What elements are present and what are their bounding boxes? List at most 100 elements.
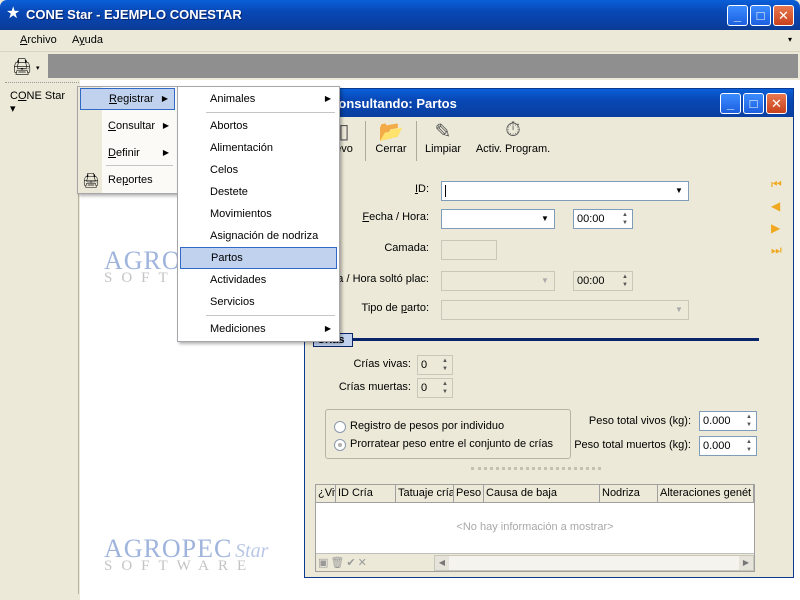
window-title: CONE Star - EJEMPLO CONESTAR xyxy=(26,7,242,22)
fecha-date-picker[interactable]: ▼ xyxy=(441,209,555,229)
close-button[interactable]: ✕ xyxy=(773,5,794,26)
toolbar-separator xyxy=(365,121,366,161)
submenu-item-actividades[interactable]: Actividades xyxy=(180,269,337,291)
peso-vivos-input[interactable]: 0.000 ▲ ▼ xyxy=(699,411,757,431)
placenta-time-input: 00:00 ▲ ▼ xyxy=(573,271,633,291)
menu-archivo[interactable]: Archivo xyxy=(20,34,57,46)
limpiar-button[interactable]: ✎ Limpiar xyxy=(423,119,463,163)
grid-header: ¿Viv ID Cría Tatuaje cría Peso Causa de … xyxy=(316,485,754,503)
menubar-overflow-icon[interactable]: ▾ xyxy=(788,35,792,44)
printer-icon: 🖨 xyxy=(82,172,100,188)
pane-grip[interactable] xyxy=(5,82,79,85)
submenu-item-servicios[interactable]: Servicios xyxy=(180,291,337,313)
menu-item-definir[interactable]: Definir ▶ xyxy=(80,142,175,164)
grid-column-header[interactable]: Tatuaje cría xyxy=(396,485,454,503)
peso-muertos-label: Peso total muertos (kg): xyxy=(574,439,691,451)
grid-column-header[interactable]: ¿Viv xyxy=(316,485,336,503)
toolbar-separator xyxy=(416,121,417,161)
menu-item-reportes[interactable]: 🖨 Reportes xyxy=(80,169,175,191)
menu-item-registrar[interactable]: Registrar ▶ xyxy=(80,88,175,110)
child-maximize-button[interactable]: □ xyxy=(743,93,764,114)
submenu-item-mediciones[interactable]: Mediciones ▶ xyxy=(180,318,337,340)
grid-hscrollbar[interactable]: ◀ ▶ xyxy=(434,555,754,571)
chevron-right-icon: ▶ xyxy=(162,148,169,157)
splitter-handle[interactable] xyxy=(471,467,601,473)
submenu-item-destete[interactable]: Destete xyxy=(180,181,337,203)
chevron-down-icon: ▼ xyxy=(541,276,549,285)
spinner-icon: ▲ ▼ xyxy=(622,274,628,288)
maximize-button[interactable]: □ xyxy=(750,5,771,26)
first-record-icon[interactable]: ⏮ xyxy=(771,177,782,192)
radio-individual-label: Registro de pesos por individuo xyxy=(350,420,505,432)
activ-program-button[interactable]: ⏱ Activ. Program. xyxy=(471,119,555,163)
minimize-button[interactable]: _ xyxy=(727,5,748,26)
folder-icon: 📂 xyxy=(378,121,404,143)
chevron-down-icon[interactable]: ▼ xyxy=(537,211,553,227)
peso-vivos-label: Peso total vivos (kg): xyxy=(588,415,691,427)
spinner-icon[interactable]: ▲ ▼ xyxy=(439,357,451,373)
grid-action-icons[interactable]: ▣🗑✔✕ xyxy=(318,556,369,569)
grid-column-header[interactable]: Nodriza xyxy=(600,485,658,503)
prev-record-icon[interactable]: ◀ xyxy=(771,199,780,213)
spinner-icon[interactable]: ▲ ▼ xyxy=(619,211,631,227)
grid-column-header[interactable]: Alteraciones genét xyxy=(658,485,754,503)
spinner-icon[interactable]: ▲ ▼ xyxy=(743,413,755,429)
chevron-down-icon[interactable]: ▼ xyxy=(671,183,687,199)
chevron-right-icon: ▶ xyxy=(161,94,168,103)
submenu-item-animales[interactable]: Animales ▶ xyxy=(180,88,337,110)
grid-column-header[interactable]: ID Cría xyxy=(336,485,396,503)
scroll-left-icon[interactable]: ◀ xyxy=(435,556,449,570)
id-label: ID: xyxy=(414,183,429,195)
printer-dropdown-icon[interactable]: ▾ xyxy=(36,64,40,72)
submenu-item-alimentacion[interactable]: Alimentación xyxy=(180,137,337,159)
fecha-time-input[interactable]: 00:00 ▲ ▼ xyxy=(573,209,633,229)
submenu-item-partos[interactable]: Partos xyxy=(180,247,337,269)
crias-muertas-label: Crías muertas: xyxy=(338,381,411,393)
child-close-button[interactable]: ✕ xyxy=(766,93,787,114)
peso-mode-group: Registro de pesos por individuo Prorrate… xyxy=(325,409,571,459)
chevron-right-icon: ▶ xyxy=(162,121,169,130)
grid-column-header[interactable]: Causa de baja xyxy=(484,485,600,503)
spinner-icon[interactable]: ▲ ▼ xyxy=(743,438,755,454)
main-titlebar[interactable]: ★ CONE Star - EJEMPLO CONESTAR _ □ ✕ xyxy=(0,0,800,30)
tipo-parto-label: Tipo de parto: xyxy=(361,302,429,314)
scroll-right-icon[interactable]: ▶ xyxy=(739,556,753,570)
main-popup-menu: Registrar ▶ Consultar ▶ Definir ▶ 🖨 Reportes xyxy=(77,86,178,194)
grid-empty-message: <No hay información a mostrar> xyxy=(456,521,614,533)
star-icon: ★ xyxy=(6,5,21,22)
last-record-icon[interactable]: ⏭ xyxy=(771,243,782,258)
grid-navbar: ▣🗑✔✕ ◀ ▶ xyxy=(316,553,754,571)
chevron-right-icon: ▶ xyxy=(324,94,331,103)
camada-label: Camada: xyxy=(384,242,429,254)
id-combobox[interactable]: ▼ xyxy=(441,181,689,201)
crias-muertas-input[interactable]: 0 ▲ ▼ xyxy=(417,378,453,398)
submenu-item-celos[interactable]: Celos xyxy=(180,159,337,181)
camada-input xyxy=(441,240,497,260)
cone-star-button[interactable]: CONE Star ▾ xyxy=(6,88,74,115)
submenu-item-abortos[interactable]: Abortos xyxy=(180,115,337,137)
next-record-icon[interactable]: ▶ xyxy=(771,221,780,235)
partos-window: Consultando: Partos _ □ ✕ ▯ evo 📂 Cerrar… xyxy=(304,88,794,578)
fecha-label: Fecha / Hora: xyxy=(362,211,429,223)
menu-separator xyxy=(206,112,335,113)
chevron-down-icon: ▼ xyxy=(675,305,683,314)
submenu-item-nodriza[interactable]: Asignación de nodriza xyxy=(180,225,337,247)
submenu-item-movimientos[interactable]: Movimientos xyxy=(180,203,337,225)
child-title: Consultando: Partos xyxy=(329,96,457,111)
child-titlebar[interactable]: Consultando: Partos _ □ ✕ xyxy=(305,89,793,117)
grid-column-header[interactable]: Peso xyxy=(454,485,484,503)
peso-muertos-input[interactable]: 0.000 ▲ ▼ xyxy=(699,436,757,456)
child-minimize-button[interactable]: _ xyxy=(720,93,741,114)
chevron-right-icon: ▶ xyxy=(324,324,331,333)
menu-item-consultar[interactable]: Consultar ▶ xyxy=(80,115,175,137)
printer-icon[interactable]: 🖨 xyxy=(12,57,32,77)
agropec-logo-bottom: AGROPEC Star SOFTWARE xyxy=(104,534,269,574)
radio-prorratear[interactable] xyxy=(334,439,346,451)
menu-ayuda[interactable]: Ayuda xyxy=(72,34,103,46)
crias-vivas-input[interactable]: 0 ▲ ▼ xyxy=(417,355,453,375)
radio-individual[interactable] xyxy=(334,421,346,433)
left-pane xyxy=(5,82,79,594)
cerrar-button[interactable]: 📂 Cerrar xyxy=(371,119,411,163)
toolbar: 🖨 ▾ xyxy=(0,52,800,80)
spinner-icon[interactable]: ▲ ▼ xyxy=(439,380,451,396)
